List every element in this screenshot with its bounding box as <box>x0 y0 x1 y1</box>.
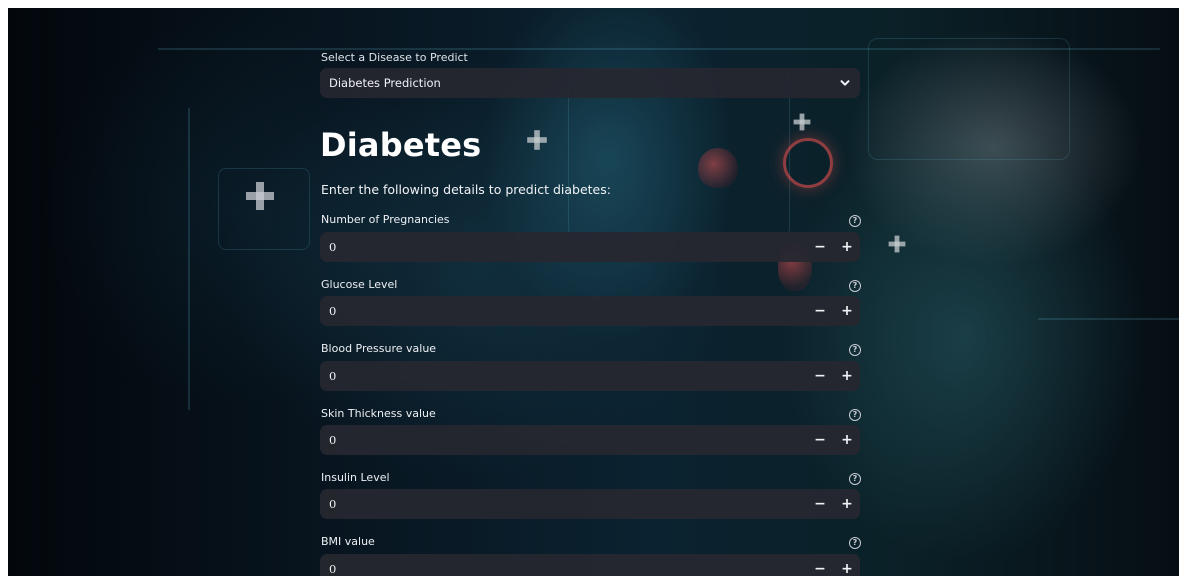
disease-select[interactable]: Diabetes Prediction <box>320 68 860 98</box>
increment-button[interactable]: + <box>834 489 860 519</box>
decrement-button[interactable]: − <box>807 296 833 326</box>
field-label-glucose: Glucose Level <box>321 278 398 291</box>
field-label-blood-pressure: Blood Pressure value <box>321 342 437 355</box>
page-title: Diabetes <box>320 126 482 164</box>
glucose-input[interactable] <box>320 296 800 326</box>
blood-pressure-input[interactable] <box>320 361 800 391</box>
bmi-input-group: − + <box>320 554 860 576</box>
pregnancies-input[interactable] <box>320 232 800 262</box>
increment-button[interactable]: + <box>834 296 860 326</box>
decrement-button[interactable]: − <box>807 425 833 455</box>
help-icon[interactable]: ? <box>849 215 861 227</box>
field-label-skin-thickness: Skin Thickness value <box>321 407 436 420</box>
disease-select-value: Diabetes Prediction <box>329 76 441 90</box>
pregnancies-input-group: − + <box>320 232 860 262</box>
decrement-button[interactable]: − <box>807 554 833 576</box>
increment-button[interactable]: + <box>834 554 860 576</box>
blood-pressure-input-group: − + <box>320 361 860 391</box>
help-icon[interactable]: ? <box>849 409 861 421</box>
increment-button[interactable]: + <box>834 361 860 391</box>
insulin-input[interactable] <box>320 489 800 519</box>
glucose-input-group: − + <box>320 296 860 326</box>
decrement-button[interactable]: − <box>807 232 833 262</box>
disease-select-label: Select a Disease to Predict <box>321 51 468 64</box>
increment-button[interactable]: + <box>834 425 860 455</box>
decrement-button[interactable]: − <box>807 361 833 391</box>
page-subtitle: Enter the following details to predict d… <box>321 182 611 197</box>
decrement-button[interactable]: − <box>807 489 833 519</box>
help-icon[interactable]: ? <box>849 537 861 549</box>
help-icon[interactable]: ? <box>849 473 861 485</box>
bmi-input[interactable] <box>320 554 800 576</box>
field-label-insulin: Insulin Level <box>321 471 390 484</box>
help-icon[interactable]: ? <box>849 344 861 356</box>
field-label-bmi: BMI value <box>321 535 375 548</box>
help-icon[interactable]: ? <box>849 280 861 292</box>
skin-thickness-input-group: − + <box>320 425 860 455</box>
insulin-input-group: − + <box>320 489 860 519</box>
field-label-pregnancies: Number of Pregnancies <box>321 213 450 226</box>
skin-thickness-input[interactable] <box>320 425 800 455</box>
increment-button[interactable]: + <box>834 232 860 262</box>
app-window: Select a Disease to Predict Diabetes Pre… <box>8 8 1179 576</box>
chevron-down-icon <box>840 80 850 86</box>
